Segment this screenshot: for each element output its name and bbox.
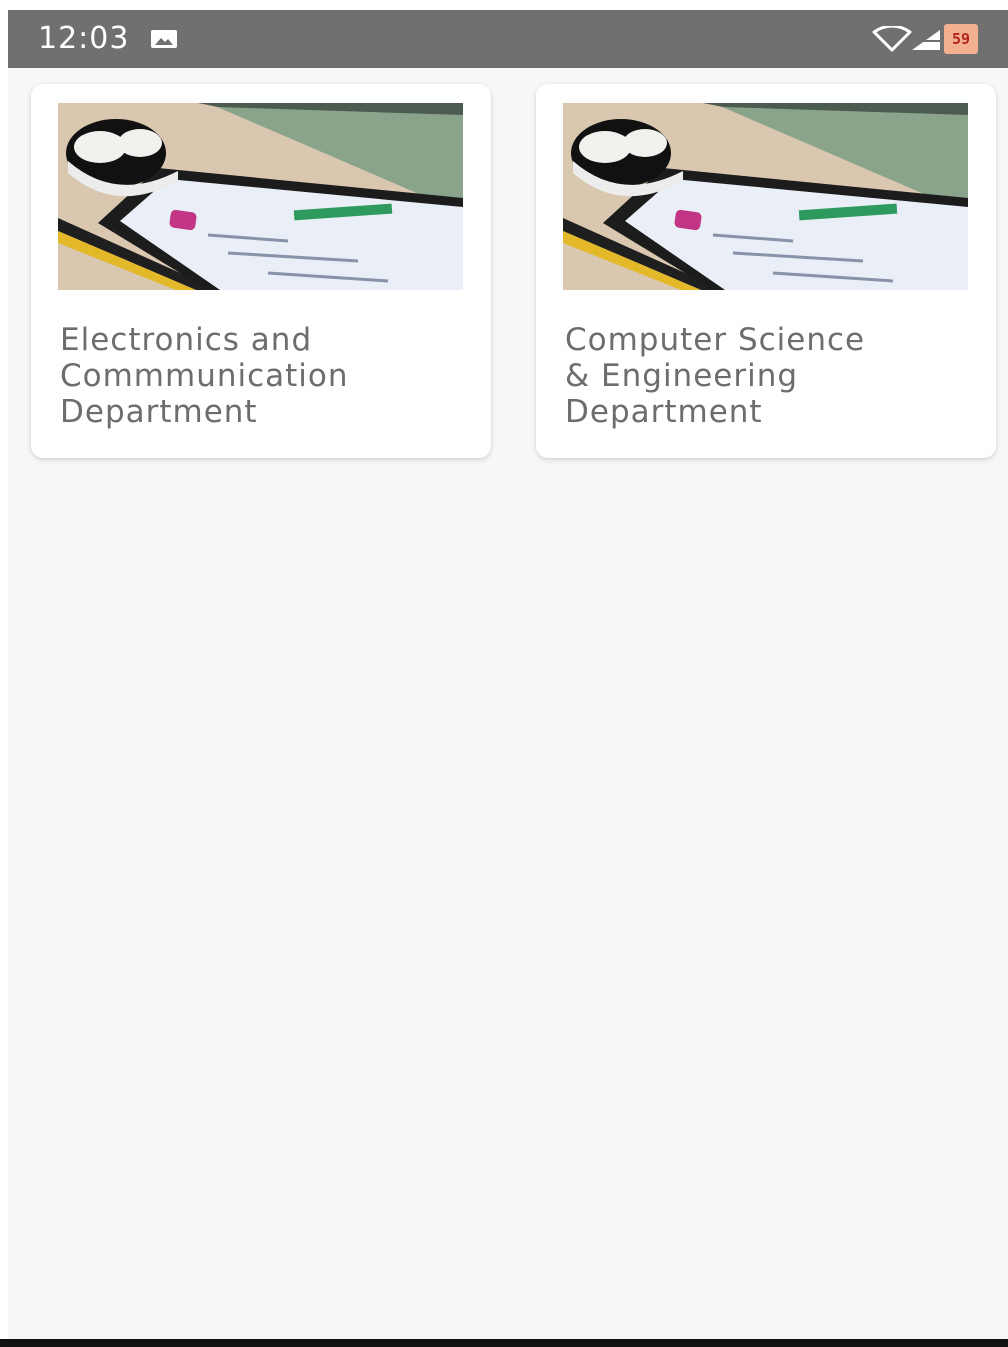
image-notification-icon (151, 30, 177, 48)
card-title: Electronics and Commmunication Departmen… (60, 322, 349, 430)
phone-earbuds-photo (58, 103, 463, 290)
status-bar: 12:03 59 (8, 10, 1008, 68)
department-card-cse[interactable]: Computer Science & Engineering Departmen… (536, 84, 996, 458)
signal-icon (912, 30, 940, 50)
battery-icon: 59 (944, 24, 978, 54)
app-screen: 12:03 59 Electronics and Commmunication … (8, 10, 1008, 1340)
card-title: Computer Science & Engineering Departmen… (565, 322, 866, 430)
navigation-bar-edge (0, 1339, 1008, 1347)
department-card-ece[interactable]: Electronics and Commmunication Departmen… (31, 84, 491, 458)
card-image (58, 103, 463, 290)
wifi-icon (872, 26, 912, 52)
status-time: 12:03 (38, 21, 130, 56)
card-image (563, 103, 968, 290)
phone-earbuds-photo (563, 103, 968, 290)
